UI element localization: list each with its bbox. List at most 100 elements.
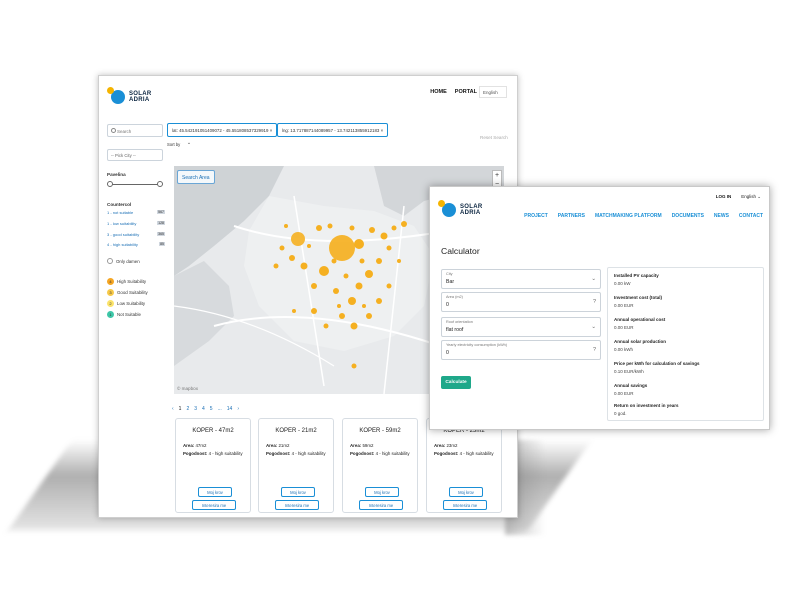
result-label: Annual operational cost [614, 317, 666, 322]
zoom-in-button[interactable]: + [493, 171, 501, 180]
result-value: 0.10 EUR/kWh [614, 369, 644, 374]
card-title: KOPER - 21m2 [275, 428, 317, 434]
pager-next[interactable]: › [237, 406, 239, 412]
city-select[interactable]: -- Pick City -- [107, 149, 163, 161]
pager-page[interactable]: 2 [186, 406, 189, 412]
pager-page[interactable]: 5 [210, 406, 213, 412]
search-placeholder: Search [117, 129, 132, 134]
range-slider-max-handle[interactable] [157, 181, 163, 187]
nav-matchmaking[interactable]: MATCHMAKING PLATFORM [595, 213, 662, 219]
pager-page[interactable]: 4 [202, 406, 205, 412]
pog-value: 4 - high suitability [291, 451, 326, 456]
help-icon[interactable]: ? [593, 347, 596, 353]
chevron-down-icon: ⌄ [591, 324, 596, 330]
page-title: Calculator [441, 246, 480, 256]
card-area: Area: 47m2 [183, 443, 206, 448]
legend-label: Low Suitability [117, 301, 146, 306]
lng-filter-chip[interactable]: lng: 13.717887144089957 - 13.74211385591… [277, 123, 389, 137]
result-label: Investment cost (total) [614, 295, 663, 300]
pagination: ‹ 1 2 3 4 5 ... 14 › [172, 406, 239, 412]
result-value: 0 god. [614, 411, 627, 416]
lat-filter-chip[interactable]: lat: 45.542191051409072 - 45.55180853732… [167, 123, 278, 137]
area-value: 47m2 [195, 443, 207, 448]
my-roof-button[interactable]: Moj krov [365, 487, 399, 497]
search-area-button[interactable]: Search Area [177, 170, 215, 184]
help-icon[interactable]: ? [593, 299, 596, 305]
logo[interactable]: SOLAR ADRIA [438, 200, 483, 217]
roof-card[interactable]: KOPER - 47m2 Area: 47m2 Pogodnost: 4 - h… [175, 418, 251, 513]
roof-orientation-select[interactable]: Roof orientation flat roof ⌄ [441, 317, 601, 337]
nav-news[interactable]: NEWS [714, 213, 729, 219]
reset-search-link[interactable]: Reset Search [480, 135, 508, 140]
result-label: Annual solar production [614, 339, 667, 344]
pog-label: Pogodnost: [350, 451, 375, 456]
sun-logo-icon [107, 87, 125, 104]
interested-button[interactable]: Interesira me [275, 500, 319, 510]
language-select[interactable]: English ⌄ [741, 194, 761, 200]
nav-project[interactable]: PROJECT [524, 213, 548, 219]
suitability-filter-1[interactable]: 1 - not suitable 567 [107, 210, 165, 215]
search-input[interactable]: Search [107, 124, 163, 137]
interested-button[interactable]: Interesira me [359, 500, 403, 510]
result-value: 0.00 EUR [614, 303, 634, 308]
field-value: Bar [446, 279, 455, 285]
nav-documents[interactable]: DOCUMENTS [672, 213, 704, 219]
legend-label: Good Suitability [117, 290, 148, 295]
login-link[interactable]: LOG IN [716, 194, 732, 200]
only-damen-toggle[interactable]: Only damen [107, 258, 140, 264]
calculator-window: SOLAR ADRIA LOG IN English ⌄ PROJECT PAR… [429, 186, 770, 430]
legend-dot: 1 [107, 311, 114, 318]
legend-label: High Suitability [117, 279, 147, 284]
range-slider-track[interactable] [109, 184, 161, 185]
count-badge: 567 [157, 210, 165, 214]
nav-home[interactable]: HOME [430, 89, 447, 95]
search-icon [111, 128, 116, 133]
area-label: Area: [350, 443, 362, 448]
field-value: 0 [446, 302, 449, 308]
legend-not: 1 Not Suitable [107, 311, 141, 318]
interested-button[interactable]: Interesira me [192, 500, 236, 510]
result-value: 0.00 EUR [614, 391, 634, 396]
pager-page[interactable]: 14 [227, 406, 233, 412]
result-label: Annual savings [614, 383, 648, 388]
pager-page[interactable]: 3 [194, 406, 197, 412]
top-nav: HOME PORTAL [430, 89, 477, 95]
close-icon[interactable]: × [381, 128, 384, 133]
nav-contact[interactable]: CONTACT [739, 213, 763, 219]
nav-portal[interactable]: PORTAL [455, 89, 477, 95]
mapbox-logo[interactable]: © mapbox [177, 386, 198, 391]
roof-card[interactable]: KOPER - 59m2 Area: 59m2 Pogodnost: 4 - h… [342, 418, 418, 513]
logo[interactable]: SOLAR ADRIA [107, 87, 152, 104]
area-input[interactable]: Area (m2) 0 ? [441, 292, 601, 312]
my-roof-button[interactable]: Moj krov [281, 487, 315, 497]
result-label: Price per kWh for calculation of savings [614, 361, 700, 366]
count-badge: 128 [157, 221, 165, 225]
roof-card[interactable]: KOPER - 23m2 Area: 23m2 Pogodnost: 4 - h… [426, 418, 502, 513]
suitability-filter-3[interactable]: 3 - good suitability 365 [107, 232, 165, 237]
legend-high: 4 High Suitability [107, 278, 146, 285]
close-icon[interactable]: × [270, 128, 273, 133]
my-roof-button[interactable]: Moj krov [449, 487, 483, 497]
header: SOLAR ADRIA HOME PORTAL English [99, 76, 517, 116]
consumption-input[interactable]: Yearly electricity consumption (kWh) 0 ? [441, 340, 601, 360]
result-value: 0.00 kW [614, 281, 631, 286]
language-select[interactable]: English [479, 86, 507, 98]
result-item: Installed PV capacity 0.00 kW [614, 273, 659, 286]
card-title: KOPER - 59m2 [359, 428, 401, 434]
interested-button[interactable]: Interesira me [443, 500, 487, 510]
chip-text: lng: 13.717887144089957 - 13.74211385591… [282, 128, 380, 133]
sort-by-label: Sort by [167, 142, 181, 147]
suitability-filter-4[interactable]: 4 - high suitability 85 [107, 242, 165, 247]
pager-page[interactable]: 1 [179, 406, 182, 412]
suitability-filter-2[interactable]: 1 - low suitability 128 [107, 221, 165, 226]
area-value: 21m2 [278, 443, 290, 448]
chevron-down-icon[interactable]: ⌄ [181, 140, 197, 149]
roof-card[interactable]: KOPER - 21m2 Area: 21m2 Pogodnost: 4 - h… [258, 418, 334, 513]
pager-ellipsis: ... [217, 406, 222, 412]
nav-partners[interactable]: PARTNERS [558, 213, 585, 219]
calculate-button[interactable]: Calculate [441, 376, 471, 389]
city-select[interactable]: City Bar ⌄ [441, 269, 601, 289]
range-slider-min-handle[interactable] [107, 181, 113, 187]
pager-prev[interactable]: ‹ [172, 406, 174, 412]
my-roof-button[interactable]: Moj krov [198, 487, 232, 497]
